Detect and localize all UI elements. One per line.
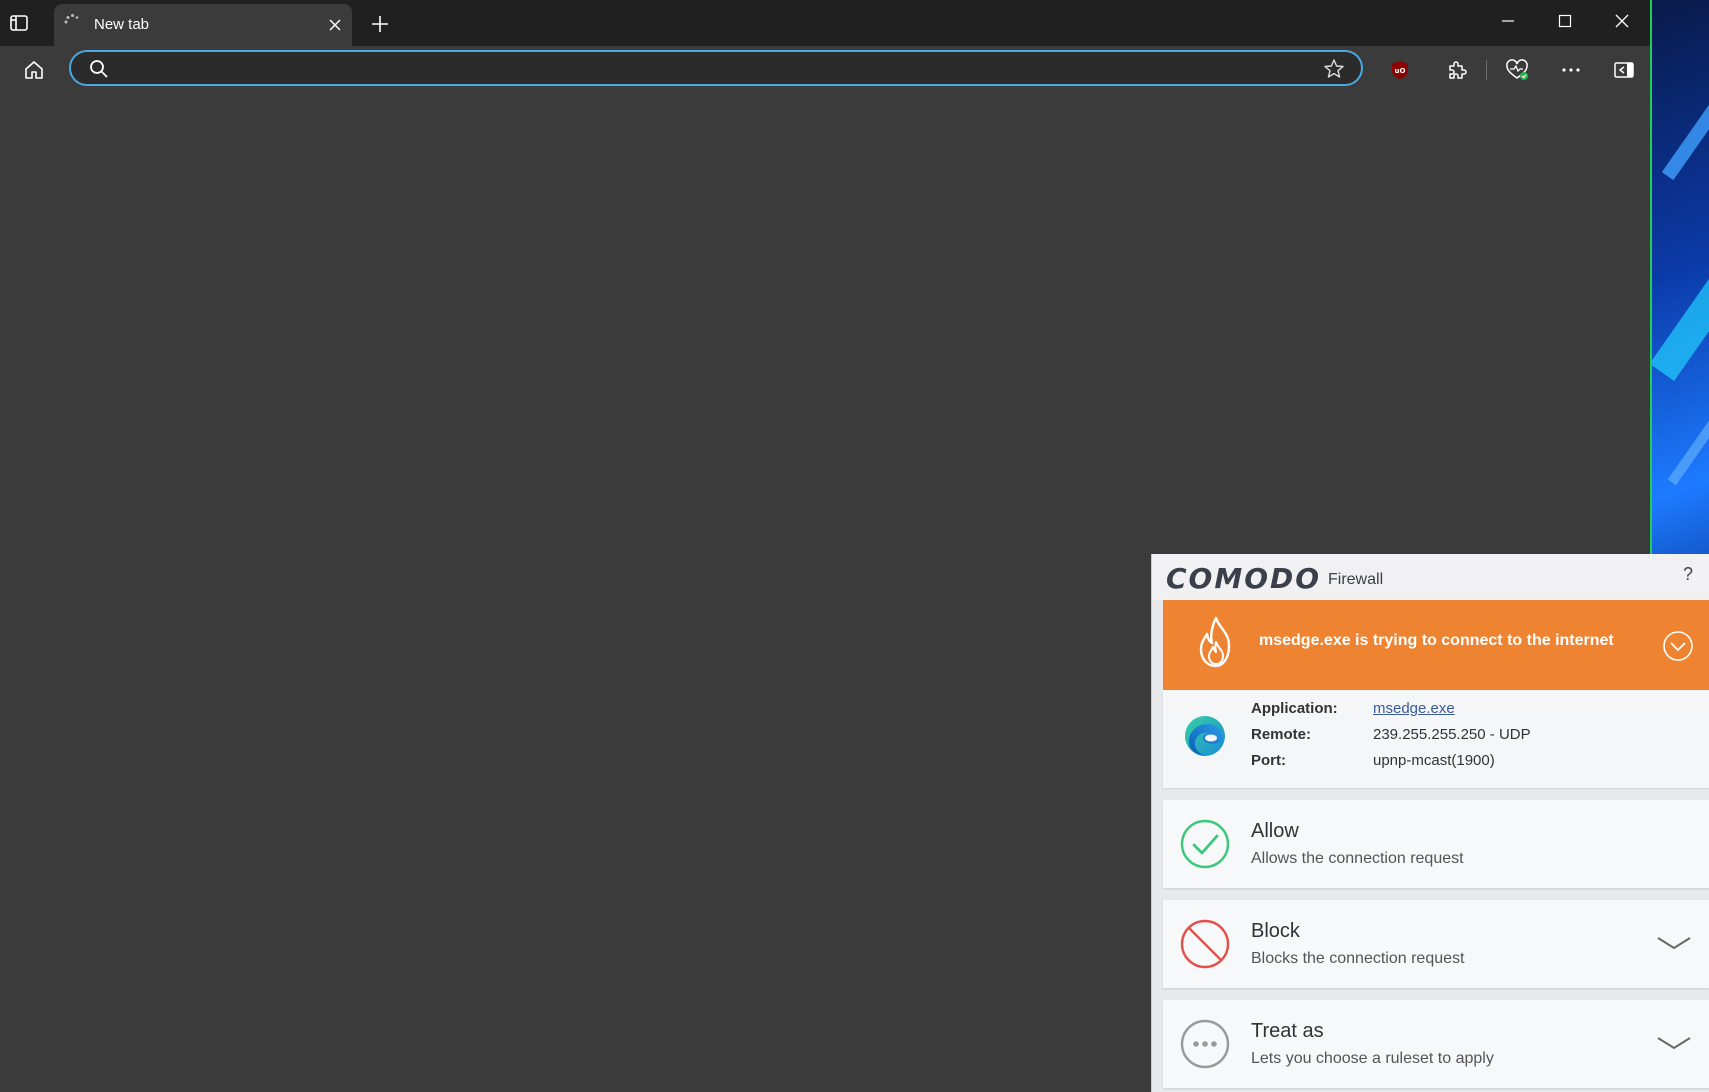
comodo-logo: COMODO	[1166, 562, 1322, 595]
star-icon[interactable]	[1323, 58, 1345, 80]
edge-icon	[1185, 716, 1225, 756]
maximize-icon	[1558, 14, 1572, 28]
treat-as-description: Lets you choose a ruleset to apply	[1251, 1050, 1494, 1067]
remote-value: 239.255.255.250 - UDP	[1373, 726, 1531, 743]
allow-title: Allow	[1251, 820, 1299, 842]
block-option[interactable]: Block Blocks the connection request	[1163, 900, 1709, 988]
port-value: upnp-mcast(1900)	[1373, 752, 1495, 769]
tab-close-button[interactable]	[326, 16, 344, 34]
tab-actions-icon	[10, 15, 28, 31]
browser-essentials-button[interactable]	[1503, 56, 1531, 84]
browser-essentials-icon	[1506, 59, 1528, 80]
close-window-button[interactable]	[1602, 8, 1642, 34]
toolbar: uO	[0, 46, 1650, 94]
alert-header: COMODO Firewall ?	[1152, 554, 1709, 600]
search-icon	[90, 60, 108, 78]
flame-icon	[1199, 616, 1231, 668]
product-name: Firewall	[1328, 571, 1384, 588]
remote-row: Remote: 239.255.255.250 - UDP	[1251, 726, 1531, 743]
block-title: Block	[1251, 920, 1300, 942]
home-button[interactable]	[20, 56, 48, 84]
more-icon	[1562, 68, 1580, 72]
extensions-button[interactable]	[1442, 56, 1470, 84]
chevron-down-icon[interactable]	[1656, 934, 1692, 954]
comodo-firewall-alert: COMODO Firewall ? msedge.exe is trying t…	[1151, 554, 1709, 1092]
maximize-button[interactable]	[1545, 8, 1585, 34]
port-label: Port:	[1251, 752, 1286, 769]
help-button[interactable]: ?	[1683, 564, 1693, 585]
close-window-icon	[1615, 14, 1629, 28]
extensions-icon	[1449, 61, 1467, 79]
tab-new-tab[interactable]: New tab	[54, 4, 352, 46]
alert-banner: msedge.exe is trying to connect to the i…	[1163, 600, 1709, 690]
block-icon	[1180, 919, 1230, 969]
address-input[interactable]	[119, 56, 1273, 82]
application-row: Application: msedge.exe	[1251, 700, 1455, 717]
title-bar: New tab	[0, 0, 1650, 46]
close-icon	[329, 19, 341, 31]
block-description: Blocks the connection request	[1251, 950, 1465, 967]
minimize-icon	[1502, 20, 1514, 22]
remote-label: Remote:	[1251, 726, 1312, 743]
treat-as-title: Treat as	[1251, 1020, 1324, 1042]
chevron-down-icon[interactable]	[1656, 1034, 1692, 1054]
allow-description: Allows the connection request	[1251, 850, 1464, 867]
settings-and-more-button[interactable]	[1557, 56, 1585, 84]
ublock-origin-button[interactable]: uO	[1386, 56, 1414, 84]
connection-details: Application: msedge.exe Remote: 239.255.25…	[1163, 690, 1709, 788]
sidebar-icon	[1614, 62, 1634, 78]
address-bar[interactable]	[69, 50, 1363, 86]
application-link[interactable]: msedge.exe	[1373, 700, 1455, 717]
allow-option[interactable]: Allow Allows the connection request	[1163, 800, 1709, 888]
sidebar-toggle-button[interactable]	[1610, 56, 1638, 84]
alert-message: msedge.exe is trying to connect to the i…	[1259, 632, 1614, 649]
check-icon	[1180, 819, 1230, 869]
plus-icon	[372, 16, 388, 32]
new-tab-button[interactable]	[366, 10, 394, 38]
dots-icon	[1180, 1019, 1230, 1069]
tab-actions-button[interactable]	[6, 10, 32, 36]
loading-spinner-icon	[64, 14, 79, 24]
minimize-button[interactable]	[1488, 8, 1528, 34]
chevron-down-circle-icon[interactable]	[1662, 630, 1694, 662]
svg-text:uO: uO	[1395, 67, 1406, 75]
treat-as-option[interactable]: Treat as Lets you choose a ruleset to ap…	[1163, 1000, 1709, 1088]
ublock-icon: uO	[1392, 61, 1408, 79]
tab-title: New tab	[94, 16, 150, 33]
application-label: Application:	[1251, 700, 1338, 717]
port-row: Port: upnp-mcast(1900)	[1251, 752, 1495, 769]
home-icon	[25, 61, 43, 79]
toolbar-separator	[1486, 60, 1487, 80]
